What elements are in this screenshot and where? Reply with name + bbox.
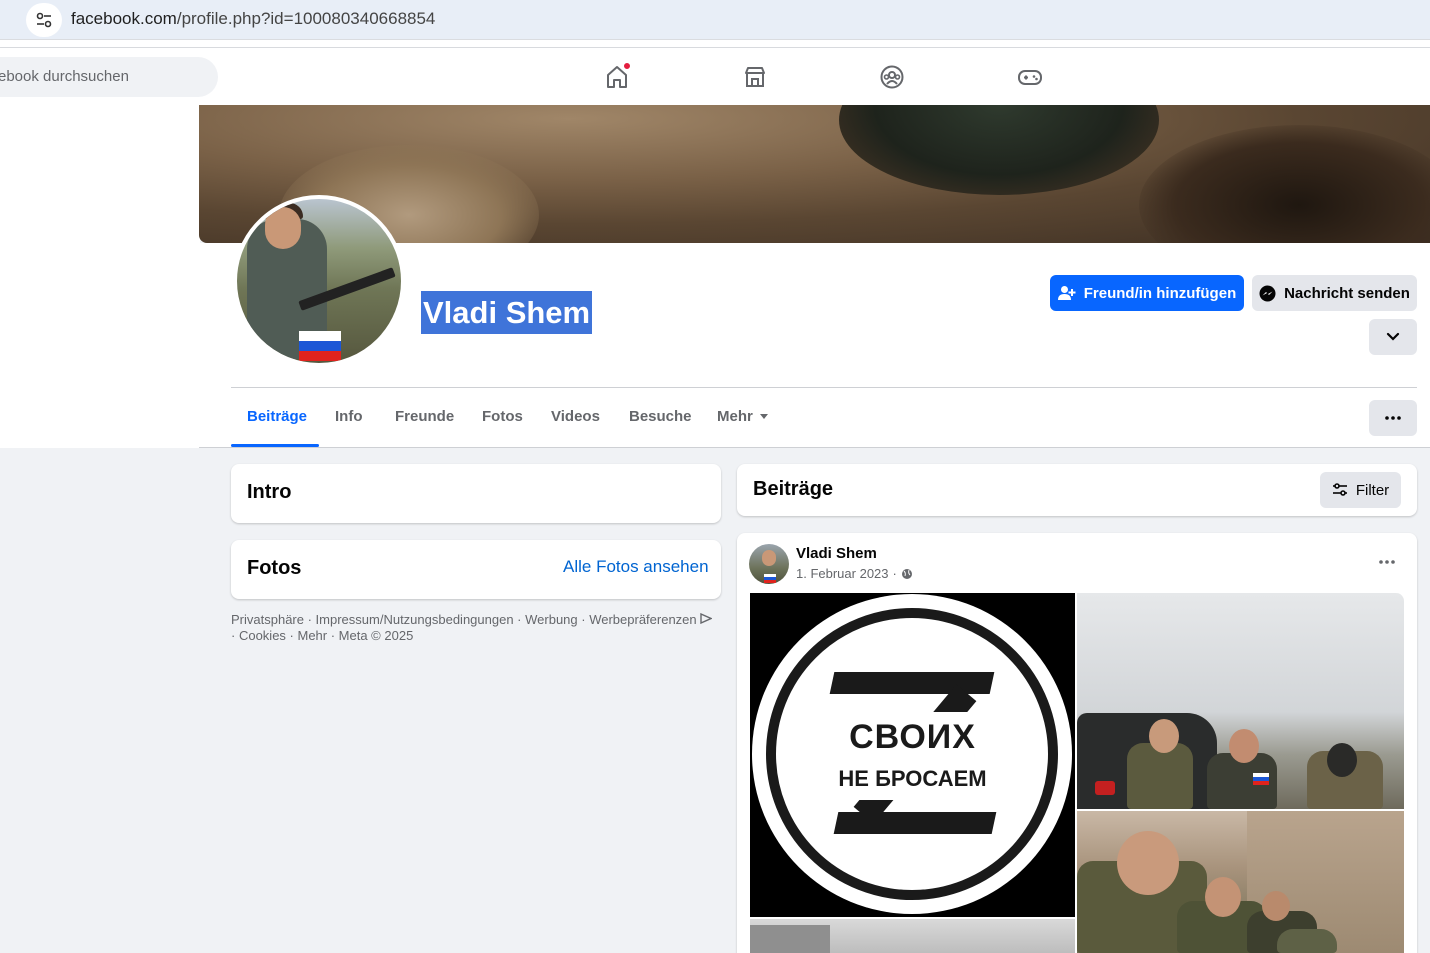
- toolbar-divider: [0, 40, 1430, 48]
- privacy-link[interactable]: Privatsphäre: [231, 612, 304, 627]
- filter-button[interactable]: Filter: [1320, 472, 1401, 508]
- browser-address-bar[interactable]: facebook.com/profile.php?id=100080340668…: [0, 0, 1430, 40]
- separator-dot: ·: [892, 566, 897, 581]
- facebook-top-bar: ebook durchsuchen: [0, 48, 1430, 105]
- post-photo-2[interactable]: [1077, 593, 1404, 809]
- terms-link[interactable]: Impressum/Nutzungsbedingungen: [316, 612, 514, 627]
- intro-title: Intro: [247, 481, 292, 503]
- person: [1205, 877, 1241, 917]
- posts-title: Beiträge: [753, 478, 834, 500]
- add-friend-icon: [1057, 286, 1076, 300]
- page-footer: Privatsphäre · Impressum/Nutzungsbedingu…: [231, 612, 721, 644]
- cover-detail: [839, 105, 1159, 195]
- person: [1127, 743, 1193, 809]
- left-margin: [0, 105, 200, 448]
- post-author-name[interactable]: Vladi Shem: [796, 545, 877, 562]
- profile-options-button[interactable]: [1369, 400, 1417, 436]
- tab-info[interactable]: Info: [335, 408, 363, 425]
- post-author-avatar[interactable]: [749, 544, 789, 584]
- messenger-icon: [1259, 285, 1276, 301]
- filter-icon: [1332, 483, 1347, 496]
- profile-picture[interactable]: [233, 195, 405, 367]
- tab-more-label: Mehr: [717, 408, 753, 425]
- send-message-label: Nachricht senden: [1284, 284, 1410, 302]
- post-options-button[interactable]: [1372, 552, 1402, 572]
- profile-name: Vladi Shem: [421, 291, 593, 334]
- url-path: /profile.php?id=100080340668854: [176, 9, 436, 28]
- avatar-figure: [265, 207, 301, 249]
- add-friend-button[interactable]: Freund/in hinzufügen: [1050, 275, 1244, 311]
- posts-header-card: Beiträge Filter: [737, 464, 1417, 516]
- person: [1262, 891, 1290, 921]
- filter-label: Filter: [1355, 481, 1390, 499]
- active-tab-indicator: [231, 444, 319, 447]
- send-message-button[interactable]: Nachricht senden: [1252, 275, 1417, 311]
- more-icon: [1379, 560, 1395, 564]
- vehicle-light: [1095, 781, 1115, 795]
- tab-videos[interactable]: Videos: [551, 408, 600, 425]
- see-all-photos-link[interactable]: Alle Fotos ansehen: [563, 557, 709, 577]
- tab-check-ins[interactable]: Besuche: [629, 408, 692, 425]
- globe-icon: [901, 568, 912, 579]
- cookies-link[interactable]: Cookies: [239, 628, 286, 643]
- avatar-figure: [764, 580, 776, 583]
- image-text-line-1: СВОИХ: [849, 718, 976, 756]
- header-divider: [231, 387, 1417, 388]
- copyright-text: Meta © 2025: [338, 628, 414, 643]
- notification-dot: [623, 62, 631, 70]
- tab-photos[interactable]: Fotos: [482, 408, 523, 425]
- home-icon[interactable]: [602, 62, 632, 92]
- post-date[interactable]: 1. Februar 2023: [796, 566, 889, 581]
- post-photo-4[interactable]: [750, 919, 1075, 953]
- avatar-figure: [762, 550, 776, 566]
- chevron-down-icon: [1386, 332, 1400, 341]
- person: [1277, 929, 1337, 953]
- gaming-icon[interactable]: [1015, 62, 1045, 92]
- flag-patch: [1253, 773, 1269, 785]
- tab-more[interactable]: Mehr: [717, 408, 769, 425]
- site-settings-icon[interactable]: [26, 3, 62, 37]
- z-letter: [833, 812, 997, 834]
- search-placeholder: ebook durchsuchen: [0, 68, 129, 85]
- more-icon: [1385, 416, 1401, 420]
- caret-down-icon: [759, 413, 768, 419]
- url-domain: facebook.com: [71, 9, 177, 28]
- ad-choices-link[interactable]: Werbepräferenzen: [589, 612, 696, 627]
- photos-card: Fotos Alle Fotos ansehen: [231, 540, 721, 599]
- z-letter: [829, 672, 995, 694]
- profile-expand-button[interactable]: [1369, 319, 1417, 355]
- person: [1229, 729, 1259, 763]
- add-friend-label: Freund/in hinzufügen: [1083, 284, 1237, 302]
- photos-title: Fotos: [247, 557, 302, 579]
- russian-flag-icon: [299, 331, 341, 361]
- image-text-line-2: НЕ БРОСАЕМ: [838, 766, 987, 791]
- marketplace-icon[interactable]: [740, 62, 770, 92]
- person: [1117, 831, 1179, 895]
- person: [1149, 719, 1179, 753]
- tab-friends[interactable]: Freunde: [395, 408, 454, 425]
- tab-posts[interactable]: Beiträge: [247, 408, 307, 425]
- groups-icon[interactable]: [877, 62, 907, 92]
- url-text[interactable]: facebook.com/profile.php?id=100080340668…: [71, 9, 435, 29]
- building: [750, 925, 830, 953]
- post-photo-1[interactable]: СВОИХ НЕ БРОСАЕМ: [750, 593, 1075, 917]
- ad-choices-icon: [700, 612, 713, 625]
- search-input[interactable]: ebook durchsuchen: [0, 57, 218, 97]
- more-link[interactable]: Mehr: [297, 628, 327, 643]
- post-meta: 1. Februar 2023 ·: [796, 566, 913, 581]
- cover-photo[interactable]: [199, 105, 1430, 243]
- cover-detail: [1139, 125, 1430, 243]
- intro-card: Intro: [231, 464, 721, 523]
- ads-link[interactable]: Werbung: [525, 612, 578, 627]
- post-photo-3[interactable]: [1077, 811, 1404, 953]
- person: [1327, 743, 1357, 777]
